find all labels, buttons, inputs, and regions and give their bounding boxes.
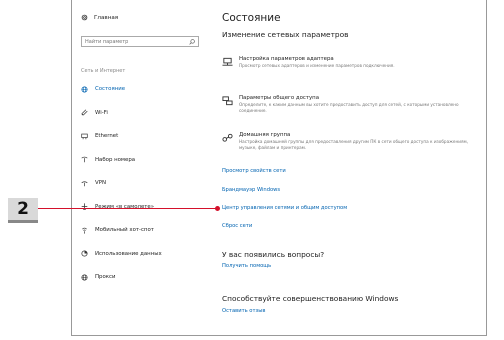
data-usage-icon [81, 250, 88, 257]
sidebar-item-label: Wi-Fi [95, 109, 108, 116]
sharing-icon [222, 96, 233, 106]
link-network-properties[interactable]: Просмотр свойств сети [222, 168, 286, 174]
section-subtitle: Изменение сетевых параметров [222, 30, 349, 39]
sidebar-item-label: Набор номера [95, 156, 136, 163]
option-title: Настройка параметров адаптера [239, 56, 334, 62]
sidebar-item-label: Ethernet [95, 133, 119, 139]
proxy-globe-icon [81, 273, 88, 281]
sidebar-item-status[interactable]: Состояние [81, 84, 205, 94]
sidebar-item-label: Использование данных [95, 250, 162, 257]
sidebar-item-ethernet[interactable]: Ethernet [81, 131, 205, 141]
option-description: Настройка домашней группы для предоставл… [239, 139, 468, 150]
sidebar-item-hotspot[interactable]: Мобильный хот-спот [81, 225, 205, 235]
link-network-sharing-center[interactable]: Центр управления сетями и общим доступом [222, 205, 347, 211]
sidebar-item-vpn[interactable]: VPN [81, 178, 205, 188]
callout-shadow [8, 220, 38, 223]
link-network-reset[interactable]: Сброс сети [222, 223, 252, 229]
link-get-help[interactable]: Получить помощь [222, 263, 271, 269]
gear-icon [81, 14, 88, 21]
nav-home-label: Главная [94, 14, 119, 21]
search-placeholder: Найти параметр [85, 38, 129, 45]
link-feedback[interactable]: Оставить отзыв [222, 308, 265, 314]
sidebar-item-label: Прокси [95, 274, 116, 280]
callout-leader-dot [215, 206, 220, 211]
homegroup-icon [222, 133, 233, 142]
callout-leader-line [38, 208, 218, 209]
dialup-icon [81, 156, 88, 163]
questions-heading: У вас появились вопросы? [222, 250, 325, 259]
nav-home[interactable]: Главная [81, 14, 118, 21]
search-icon [189, 38, 195, 45]
improve-heading: Способствуйте совершенствованию Windows [222, 294, 399, 303]
option-title: Домашняя группа [239, 132, 291, 138]
globe-icon [81, 85, 88, 93]
option-description: Определите, к каким данным вы хотите пре… [239, 102, 459, 113]
sidebar-item-label: VPN [95, 180, 106, 186]
sidebar-item-label: Состояние [95, 86, 126, 92]
option-title: Параметры общего доступа [239, 95, 320, 101]
sidebar-item-data-usage[interactable]: Использование данных [81, 249, 205, 259]
option-description: Просмотр сетевых адаптеров и изменение п… [239, 63, 395, 68]
search-input[interactable]: Найти параметр [81, 36, 199, 47]
sidebar-item-label: Мобильный хот-спот [95, 227, 154, 233]
sidebar-item-airplane[interactable]: Режим «в самолете» [81, 202, 205, 212]
ethernet-icon [81, 133, 88, 139]
sidebar: Главная Найти параметр Сеть и Интернет С… [72, 0, 208, 335]
sidebar-item-proxy[interactable]: Прокси [81, 272, 205, 282]
sidebar-item-wifi[interactable]: Wi-Fi [81, 108, 205, 118]
nav-list: Состояние Wi-Fi Ethernet Набор номера VP… [81, 84, 205, 296]
vpn-icon [81, 180, 88, 186]
adapter-icon [222, 57, 233, 66]
hotspot-icon [82, 227, 87, 234]
callout-badge: 2 [8, 198, 38, 220]
settings-window: Главная Найти параметр Сеть и Интернет С… [71, 0, 487, 336]
section-label: Сеть и Интернет [81, 68, 126, 74]
link-windows-firewall[interactable]: Брандмауэр Windows [222, 187, 280, 193]
sidebar-item-dialup[interactable]: Набор номера [81, 155, 205, 165]
wifi-icon [81, 109, 88, 116]
page-title: Состояние [222, 12, 281, 24]
